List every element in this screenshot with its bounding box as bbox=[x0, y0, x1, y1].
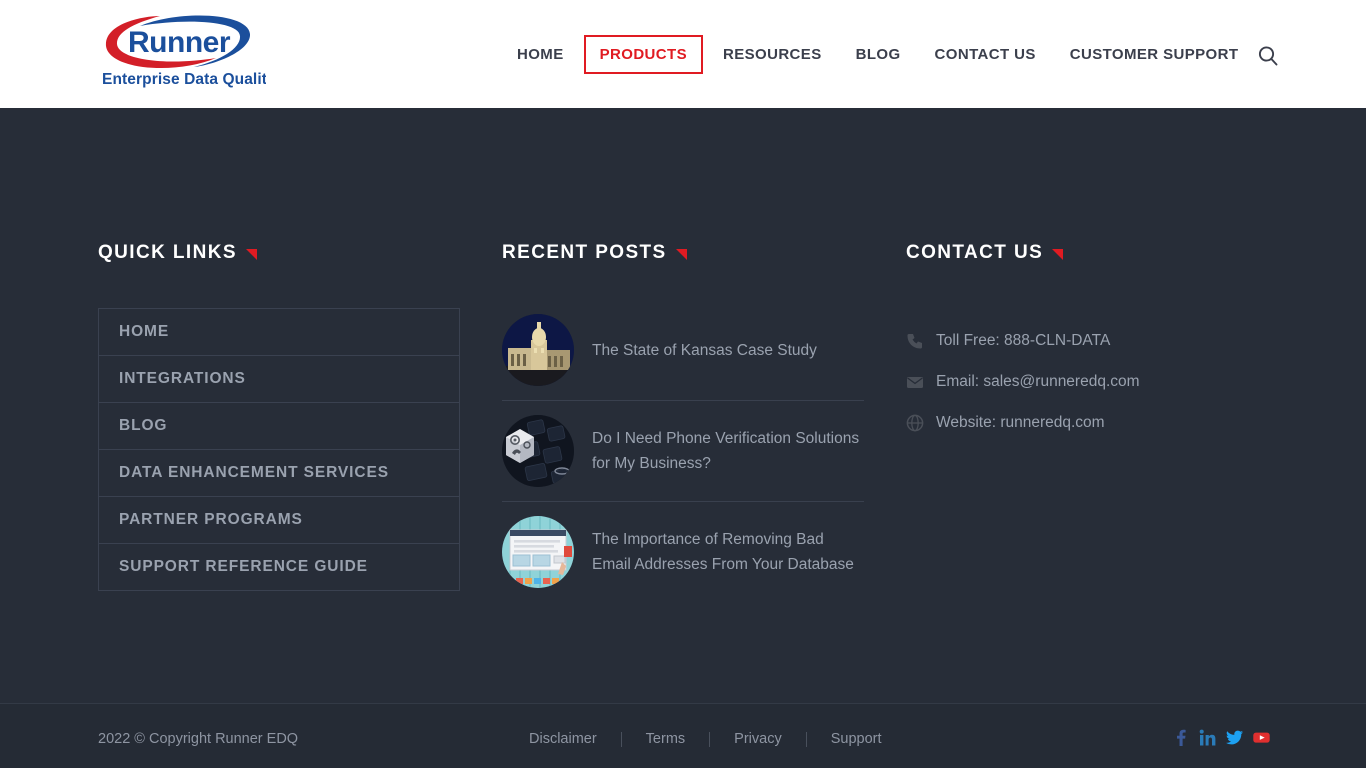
recent-post-title: The Importance of Removing Bad Email Add… bbox=[592, 531, 854, 573]
list-item: HOME bbox=[99, 309, 459, 356]
twitter-icon[interactable] bbox=[1226, 729, 1243, 746]
recent-posts-list: The State of Kansas Case Study Do I Need… bbox=[502, 300, 864, 602]
recent-post-item[interactable]: Do I Need Phone Verification Solutions f… bbox=[502, 401, 864, 502]
nav-item-home[interactable]: HOME bbox=[500, 47, 581, 62]
red-triangle-accent-icon bbox=[245, 249, 257, 260]
copyright-text: 2022 © Copyright Runner EDQ bbox=[98, 731, 299, 747]
footer-main: QUICK LINKS HOME INTEGRATIONS BLOG DATA … bbox=[0, 108, 1366, 703]
recent-posts-title: RECENT POSTS bbox=[502, 242, 667, 263]
contact-item-text: Toll Free: 888-CLN-DATA bbox=[936, 332, 1111, 349]
phone-icon bbox=[906, 332, 924, 350]
facebook-icon[interactable] bbox=[1172, 729, 1189, 746]
phone-dice-keyboard-thumbnail bbox=[502, 415, 574, 487]
runner-logo-icon: Runner . Enterprise Data Quality bbox=[102, 15, 266, 88]
legal-links: Disclaimer Terms Privacy Support bbox=[505, 731, 906, 747]
legal-link-terms[interactable]: Terms bbox=[622, 731, 709, 747]
nav-item-blog[interactable]: BLOG bbox=[839, 47, 918, 62]
nav-item-contact-us[interactable]: CONTACT US bbox=[918, 47, 1053, 62]
recent-post-title: The State of Kansas Case Study bbox=[592, 341, 817, 359]
contact-us-heading: CONTACT US bbox=[906, 238, 1268, 264]
contact-item-website: Website: runneredq.com bbox=[906, 414, 1268, 432]
contact-item-text: Email: sales@runneredq.com bbox=[936, 373, 1140, 390]
site-header: Runner . Enterprise Data Quality HOME PR… bbox=[0, 0, 1366, 108]
quick-link-support-reference-guide[interactable]: SUPPORT REFERENCE GUIDE bbox=[99, 544, 459, 590]
recent-posts-heading: RECENT POSTS bbox=[502, 238, 864, 264]
site-logo[interactable]: Runner . Enterprise Data Quality bbox=[98, 12, 266, 96]
legal-link-disclaimer[interactable]: Disclaimer bbox=[505, 731, 621, 747]
red-triangle-accent-icon bbox=[1052, 249, 1064, 260]
list-item: PARTNER PROGRAMS bbox=[99, 497, 459, 544]
desktop-window-thumbnail bbox=[502, 516, 574, 588]
globe-icon bbox=[906, 414, 924, 432]
list-item: INTEGRATIONS bbox=[99, 356, 459, 403]
footer-bottom-bar: 2022 © Copyright Runner EDQ Disclaimer T… bbox=[0, 703, 1366, 768]
nav-item-resources[interactable]: RESOURCES bbox=[706, 47, 839, 62]
list-item: DATA ENHANCEMENT SERVICES bbox=[99, 450, 459, 497]
search-icon[interactable] bbox=[1256, 44, 1280, 68]
quick-link-integrations[interactable]: INTEGRATIONS bbox=[99, 356, 459, 402]
youtube-icon[interactable] bbox=[1253, 729, 1270, 746]
contact-item-email: Email: sales@runneredq.com bbox=[906, 373, 1268, 391]
quick-link-data-enhancement-services[interactable]: DATA ENHANCEMENT SERVICES bbox=[99, 450, 459, 496]
list-item: BLOG bbox=[99, 403, 459, 450]
capitol-building-thumbnail bbox=[502, 314, 574, 386]
social-links bbox=[1172, 729, 1270, 746]
contact-details-list: Toll Free: 888-CLN-DATA Email: sales@run… bbox=[906, 332, 1268, 432]
red-triangle-accent-icon bbox=[675, 249, 687, 260]
recent-post-item[interactable]: The State of Kansas Case Study bbox=[502, 300, 864, 401]
linkedin-icon[interactable] bbox=[1199, 729, 1216, 746]
quick-links-heading: QUICK LINKS bbox=[98, 238, 460, 264]
contact-item-text: Website: runneredq.com bbox=[936, 414, 1105, 431]
quick-link-partner-programs[interactable]: PARTNER PROGRAMS bbox=[99, 497, 459, 543]
svg-text:.: . bbox=[223, 42, 226, 52]
quick-link-home[interactable]: HOME bbox=[99, 309, 459, 355]
contact-item-phone: Toll Free: 888-CLN-DATA bbox=[906, 332, 1268, 350]
quick-link-blog[interactable]: BLOG bbox=[99, 403, 459, 449]
quick-links-list: HOME INTEGRATIONS BLOG DATA ENHANCEMENT … bbox=[98, 308, 460, 591]
main-navigation: HOME PRODUCTS RESOURCES BLOG CONTACT US … bbox=[500, 0, 1255, 108]
contact-us-title: CONTACT US bbox=[906, 242, 1044, 263]
footer-column-recent-posts: RECENT POSTS The State of Kansas Case St… bbox=[502, 238, 864, 602]
legal-link-support[interactable]: Support bbox=[807, 731, 906, 747]
list-item: SUPPORT REFERENCE GUIDE bbox=[99, 544, 459, 590]
svg-text:Enterprise Data Quality: Enterprise Data Quality bbox=[102, 71, 266, 88]
recent-post-title: Do I Need Phone Verification Solutions f… bbox=[592, 430, 860, 472]
nav-item-products[interactable]: PRODUCTS bbox=[583, 34, 703, 74]
email-icon bbox=[906, 373, 924, 391]
recent-post-item[interactable]: The Importance of Removing Bad Email Add… bbox=[502, 502, 864, 602]
nav-item-customer-support[interactable]: CUSTOMER SUPPORT bbox=[1053, 47, 1256, 62]
footer-column-quick-links: QUICK LINKS HOME INTEGRATIONS BLOG DATA … bbox=[98, 238, 460, 591]
quick-links-title: QUICK LINKS bbox=[98, 242, 237, 263]
footer-column-contact-us: CONTACT US Toll Free: 888-CLN-DATA Email… bbox=[906, 238, 1268, 455]
svg-text:Runner: Runner bbox=[128, 26, 231, 59]
legal-link-privacy[interactable]: Privacy bbox=[710, 731, 806, 747]
